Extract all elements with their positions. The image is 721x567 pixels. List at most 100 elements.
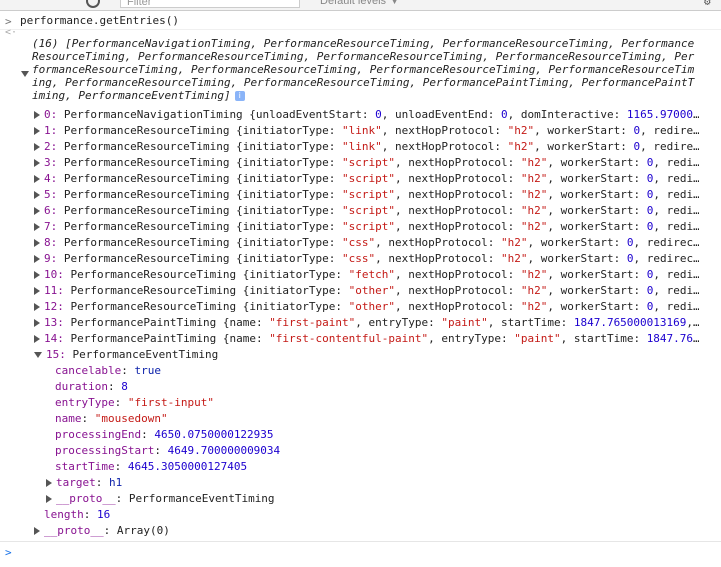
entry-row[interactable]: 12: PerformanceResourceTiming {initiator… [34,299,699,315]
triangle-right-icon [34,271,40,279]
entry-class: PerformanceNavigationTiming [63,108,243,121]
entry-row[interactable]: 2: PerformanceResourceTiming {initiatorT… [34,139,699,155]
property-value: PerformanceEventTiming [128,492,275,505]
filter-input[interactable]: Filter [120,0,300,8]
entry-row[interactable]: 5: PerformanceResourceTiming {initiatorT… [34,187,699,203]
entry-index: 5: [44,188,58,201]
triangle-right-icon [34,223,40,231]
entry-index: 10: [44,268,64,281]
entry-row[interactable]: 6: PerformanceResourceTiming {initiatorT… [34,203,699,219]
entry-index: 0: [44,108,58,121]
entry-row[interactable]: 14: PerformancePaintTiming {name: "first… [34,331,699,347]
triangle-right-icon [34,191,40,199]
length-row: length: 16 [44,508,111,521]
entry-index: 11: [44,284,64,297]
entry-index: 2: [44,140,58,153]
entry-row[interactable]: 7: PerformanceResourceTiming {initiatorT… [34,219,699,235]
entry-class: PerformanceResourceTiming [63,156,230,169]
info-icon[interactable]: i [234,91,245,101]
array-expand-toggle[interactable] [21,66,35,82]
property-value: Array(0) [116,524,170,537]
prompt-icon: > [5,546,12,559]
triangle-right-icon [34,319,40,327]
eye-icon[interactable] [86,0,100,8]
property-key: cancelable [55,364,122,377]
entry-preview: {initiatorType: "script", nextHopProtoco… [229,188,699,201]
entry-class: PerformancePaintTiming [70,332,217,345]
console-toolbar: Filter Default levels ▼ ⚙ [0,0,721,11]
triangle-right-icon [34,335,40,343]
array-proto-row[interactable]: __proto__: Array(0) [34,523,170,539]
property-key: __proto__ [56,492,116,505]
property-value: "mousedown" [94,412,168,425]
entry-row[interactable]: 11: PerformanceResourceTiming {initiator… [34,283,699,299]
property-row-proto[interactable]: __proto__: PerformanceEventTiming [46,491,275,507]
entry-class: PerformanceResourceTiming [70,300,237,313]
triangle-right-icon [34,111,40,119]
entry-row[interactable]: 8: PerformanceResourceTiming {initiatorT… [34,235,699,251]
entry-class: PerformanceResourceTiming [63,204,230,217]
entry-preview: {name: "first-paint", entryType: "paint"… [216,316,699,329]
triangle-down-icon [34,352,42,358]
entry-index: 12: [44,300,64,313]
triangle-right-icon [34,287,40,295]
triangle-right-icon [34,207,40,215]
triangle-right-icon [34,303,40,311]
property-key: processingStart [55,444,155,457]
entry-class: PerformancePaintTiming [70,316,217,329]
entry-class: PerformanceResourceTiming [63,124,230,137]
entry-row[interactable]: 4: PerformanceResourceTiming {initiatorT… [34,171,699,187]
property-key: target [56,476,96,489]
property-row: cancelable: true [55,364,161,377]
entry-row-expanded[interactable]: 15: PerformanceEventTiming [34,347,699,363]
entry-index: 15: [46,348,66,361]
property-row: processingStart: 4649.700000009034 [55,444,281,457]
entry-row[interactable]: 3: PerformanceResourceTiming {initiatorT… [34,155,699,171]
property-row: startTime: 4645.3050000127405 [55,460,248,473]
entry-index: 9: [44,252,58,265]
gear-icon[interactable]: ⚙ [704,0,716,8]
entry-preview: {initiatorType: "other", nextHopProtocol… [236,284,699,297]
console-input-line: > performance.getEntries() [0,11,721,30]
entry-row[interactable]: 13: PerformancePaintTiming {name: "first… [34,315,699,331]
entry-class: PerformanceEventTiming [72,348,219,361]
triangle-right-icon [34,239,40,247]
property-value: 8 [121,380,128,393]
property-value: "first-input" [127,396,214,409]
property-value: true [134,364,161,377]
command-text: performance.getEntries() [20,14,179,27]
triangle-right-icon [46,495,52,503]
triangle-right-icon [34,159,40,167]
entry-index: 8: [44,236,58,249]
entry-row[interactable]: 10: PerformanceResourceTiming {initiator… [34,267,699,283]
entry-preview: {name: "first-contentful-paint", entryTy… [216,332,699,345]
entry-row[interactable]: 0: PerformanceNavigationTiming {unloadEv… [34,107,699,123]
entry-row[interactable]: 9: PerformanceResourceTiming {initiatorT… [34,251,699,267]
property-value: 16 [97,508,111,521]
levels-dropdown[interactable]: Default levels ▼ [320,0,400,8]
property-key: duration [55,380,108,393]
console-prompt-area[interactable]: > [0,541,721,567]
property-row-target[interactable]: target: h1 [46,475,122,491]
property-value: 4645.3050000127405 [127,460,248,473]
entry-class: PerformanceResourceTiming [63,252,230,265]
entry-index: 13: [44,316,64,329]
triangle-down-icon [21,71,29,77]
entry-index: 14: [44,332,64,345]
entry-preview: {initiatorType: "script", nextHopProtoco… [229,172,699,185]
triangle-right-icon [34,175,40,183]
entry-index: 7: [44,220,58,233]
entry-index: 6: [44,204,58,217]
entry-preview: {initiatorType: "other", nextHopProtocol… [236,300,699,313]
entry-row[interactable]: 1: PerformanceResourceTiming {initiatorT… [34,123,699,139]
entry-class: PerformanceResourceTiming [70,284,237,297]
array-summary[interactable]: (16) [PerformanceNavigationTiming, Perfo… [32,37,697,102]
triangle-right-icon [34,255,40,263]
triangle-right-icon [34,127,40,135]
property-key: length [44,508,84,521]
entry-class: PerformanceResourceTiming [63,188,230,201]
triangle-right-icon [34,143,40,151]
property-key: processingEnd [55,428,142,441]
property-row: processingEnd: 4650.0750000122935 [55,428,274,441]
entry-class: PerformanceResourceTiming [70,268,237,281]
